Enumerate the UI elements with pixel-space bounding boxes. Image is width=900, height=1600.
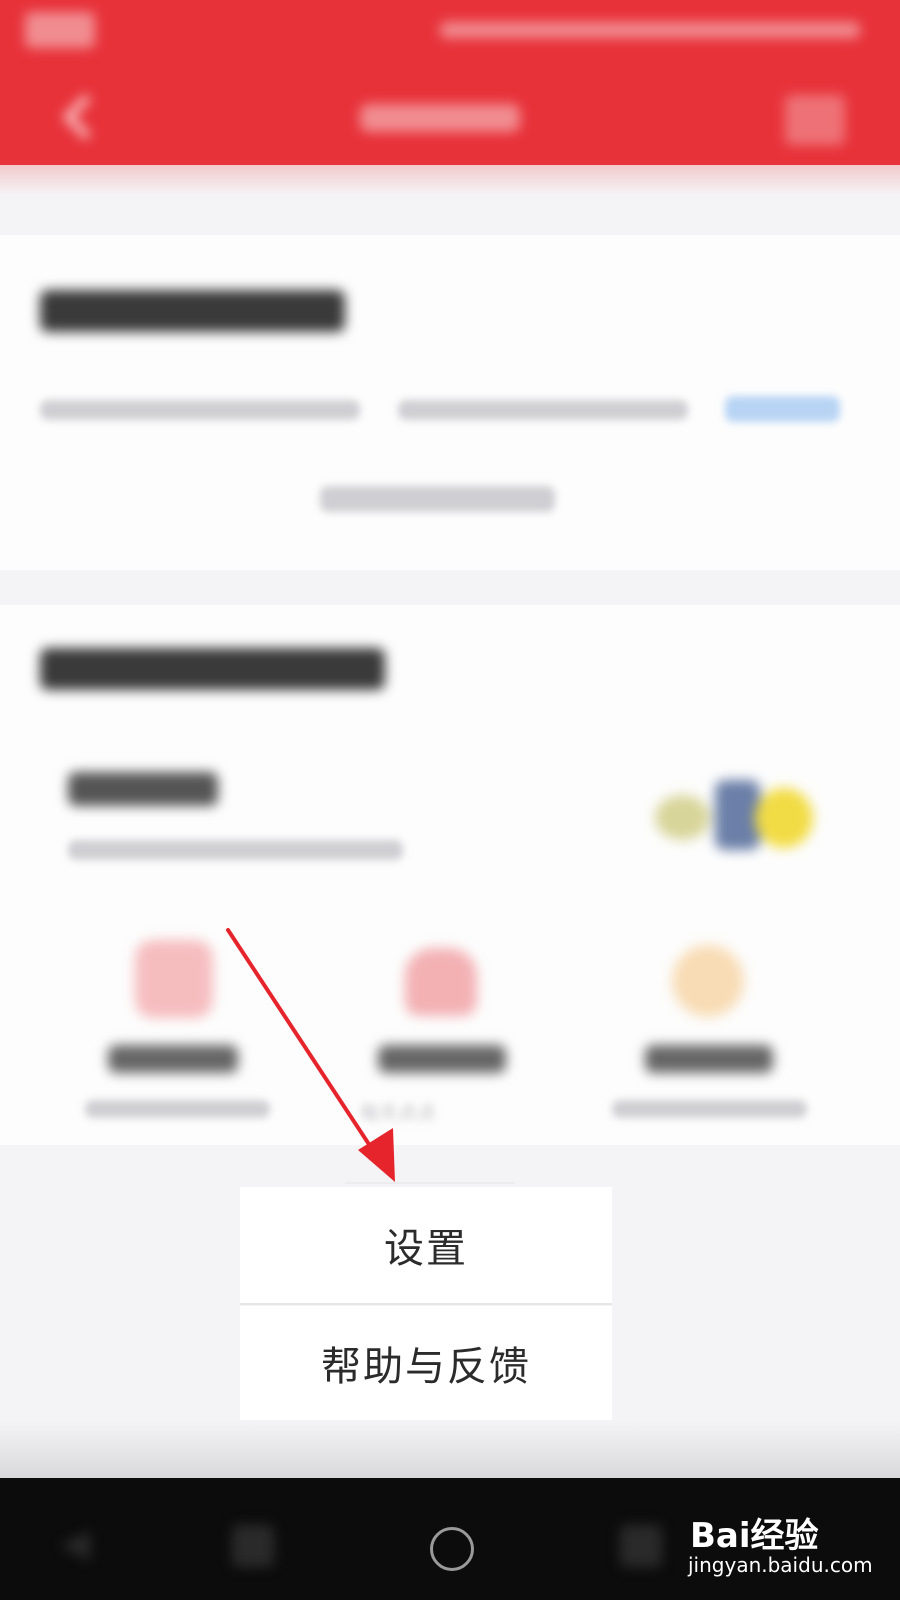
watermark-url: jingyan.baidu.com (688, 1553, 873, 1577)
nav-secondary-icon[interactable] (232, 1525, 274, 1567)
annotation-arrow-icon (226, 928, 395, 1182)
watermark-url-text: jingyan.baidu.com (688, 1553, 873, 1577)
nav-back-icon[interactable] (55, 1528, 95, 1564)
nav-home-icon[interactable] (430, 1527, 474, 1571)
nav-recent-icon[interactable] (620, 1525, 662, 1567)
watermark-brand-text: Bai经验 (690, 1516, 819, 1556)
watermark-brand: Bai经验 (690, 1508, 819, 1557)
